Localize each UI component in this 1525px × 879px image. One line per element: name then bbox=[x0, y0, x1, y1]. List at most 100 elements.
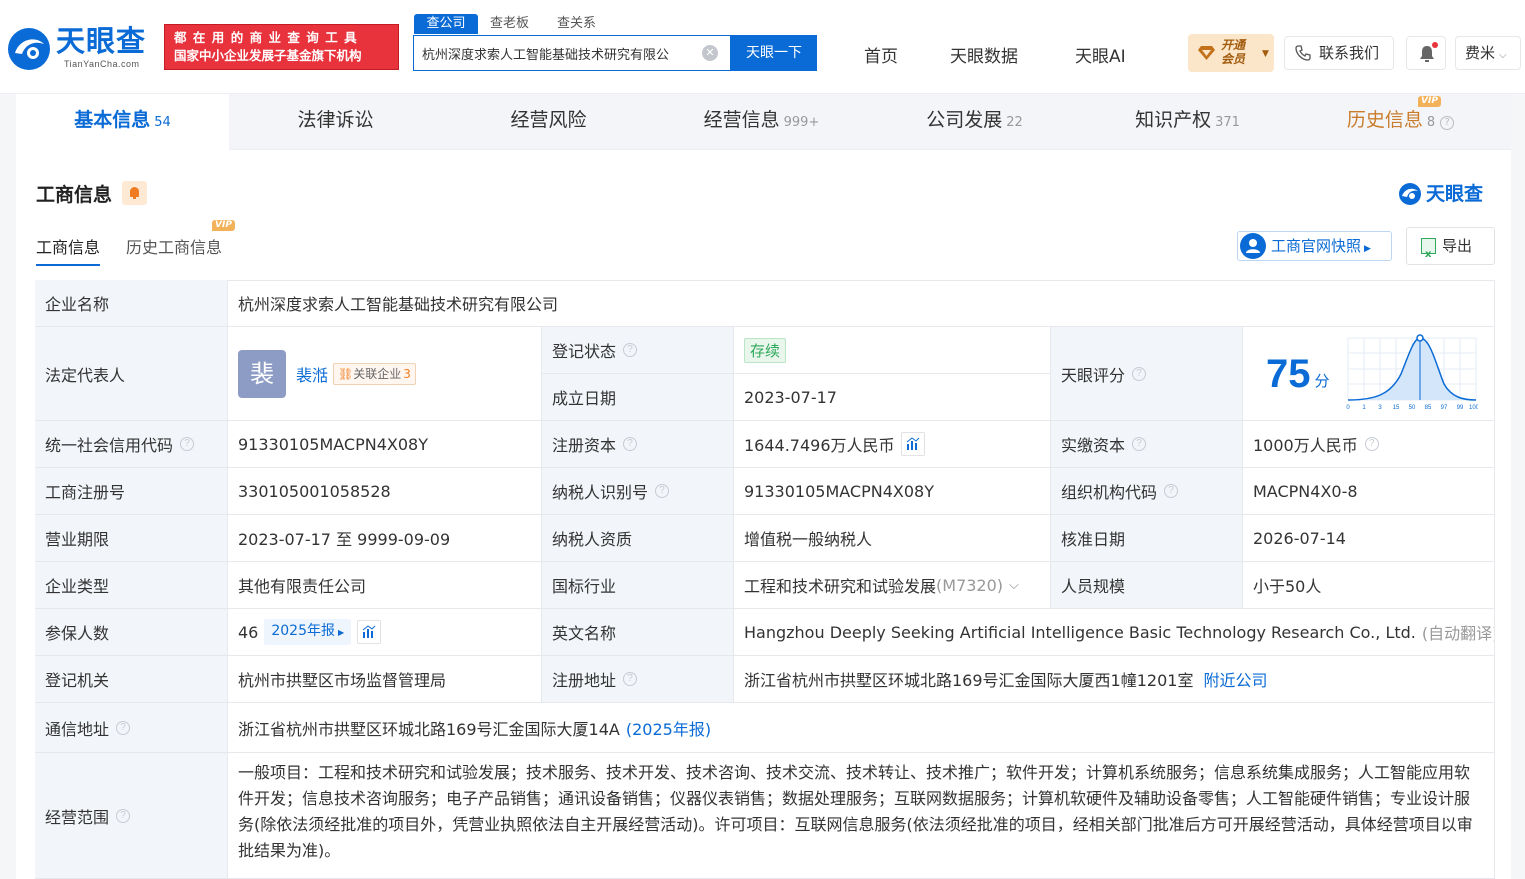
nav-home[interactable]: 首页 bbox=[864, 42, 898, 67]
label-reg-capital: 注册资本? bbox=[542, 421, 734, 468]
label-score: 天眼评分? bbox=[1051, 327, 1243, 421]
tab-development[interactable]: 公司发展 22 bbox=[868, 94, 1081, 150]
legal-rep-cell: 裴 裴湉 ⛓关联企业 3 bbox=[228, 327, 542, 421]
nav-ai[interactable]: 天眼AI bbox=[1075, 42, 1126, 67]
nav-data[interactable]: 天眼数据 bbox=[950, 42, 1018, 67]
mail-address-cell: 浙江省杭州市拱墅区环城北路169号汇金国际大厦14A (2025年报) bbox=[228, 703, 1495, 753]
score-tick: 3 bbox=[1378, 405, 1382, 411]
vip-badge: VIP bbox=[1418, 96, 1441, 107]
tab-legal[interactable]: 法律诉讼 bbox=[229, 94, 442, 150]
tab-operations[interactable]: 经营信息 999+ bbox=[655, 94, 868, 150]
insured-cell: 46 2025年报 ▶ bbox=[228, 609, 542, 656]
label-credit-code: 统一社会信用代码? bbox=[35, 421, 228, 468]
insured-count: 46 bbox=[238, 622, 259, 642]
chart-icon[interactable] bbox=[900, 432, 925, 456]
chevron-down-icon: ⌵ bbox=[1499, 50, 1507, 61]
label-reg-no: 工商注册号 bbox=[35, 468, 228, 515]
industry-code: (M7320) bbox=[936, 575, 1004, 595]
search-tab-boss[interactable]: 查老板 bbox=[490, 14, 529, 34]
search-input[interactable] bbox=[422, 36, 700, 70]
help-icon[interactable]: ? bbox=[116, 808, 131, 823]
founded-date: 2023-07-17 bbox=[734, 374, 1051, 421]
search-box: ✕ bbox=[413, 35, 731, 71]
related-companies-badge[interactable]: ⛓关联企业 3 bbox=[333, 362, 416, 385]
score-cell: 75 分 0 1 3 15 50 85 97 99 100 bbox=[1243, 327, 1495, 421]
score-tick: 1 bbox=[1362, 405, 1366, 411]
label-business-scope: 经营范围? bbox=[35, 753, 228, 879]
help-icon[interactable]: ? bbox=[623, 343, 638, 357]
label-tax-qual: 纳税人资质 bbox=[542, 515, 734, 562]
annual-report-badge[interactable]: 2025年报 ▶ bbox=[264, 619, 352, 645]
reg-address-cell: 浙江省杭州市拱墅区环城北路169号汇金国际大厦西1幢1201室 附近公司 bbox=[734, 656, 1495, 703]
score-value: 75 bbox=[1266, 351, 1311, 396]
english-name-cell: Hangzhou Deeply Seeking Artificial Intel… bbox=[734, 609, 1495, 656]
taxpayer-id: 91330105MACPN4X08Y bbox=[734, 468, 1051, 515]
excel-icon bbox=[1421, 237, 1436, 273]
subtab-business-info[interactable]: 工商信息 bbox=[36, 234, 101, 266]
brand-name: 天眼查 bbox=[1426, 183, 1484, 205]
slogan-line2: 国家中小企业发展子基金旗下机构 bbox=[174, 48, 362, 63]
tab-history[interactable]: 历史信息 8? bbox=[1294, 94, 1507, 150]
logo-domain: TianYanCha.com bbox=[64, 59, 140, 69]
site-logo[interactable]: 天眼查 TianYanCha.com bbox=[6, 24, 156, 72]
help-icon[interactable]: ? bbox=[1364, 437, 1379, 451]
business-info-table: 企业名称 杭州深度求索人工智能基础技术研究有限公司 法定代表人 裴 裴湉 ⛓关联… bbox=[35, 280, 1495, 879]
official-snapshot-button[interactable]: 工商官网快照 ▶ bbox=[1237, 231, 1392, 261]
help-icon[interactable]: ? bbox=[623, 672, 638, 686]
chart-icon[interactable] bbox=[357, 620, 382, 644]
label-reg-address: 注册地址? bbox=[542, 656, 734, 703]
help-icon[interactable]: ? bbox=[116, 720, 131, 735]
search-tab-relation[interactable]: 查关系 bbox=[557, 14, 596, 34]
annual-report-link[interactable]: (2025年报) bbox=[626, 716, 711, 740]
label-legal-rep: 法定代表人 bbox=[35, 327, 228, 421]
label-company-type: 企业类型 bbox=[35, 562, 228, 609]
contact-label: 联系我们 bbox=[1319, 44, 1380, 62]
approval-date: 2026-07-14 bbox=[1243, 515, 1495, 562]
label-mail-address: 通信地址? bbox=[35, 703, 228, 753]
help-icon[interactable]: ? bbox=[180, 437, 195, 451]
help-icon[interactable]: ? bbox=[1132, 437, 1147, 451]
clear-icon[interactable]: ✕ bbox=[702, 45, 718, 61]
notification-dot bbox=[1432, 42, 1438, 48]
tab-risk[interactable]: 经营风险 bbox=[442, 94, 655, 150]
search-tab-company[interactable]: 查公司 bbox=[414, 14, 478, 34]
company-card: 基本信息 54 法律诉讼 经营风险 经营信息 999+ 公司发展 22 知识产权 371… bbox=[16, 94, 1511, 879]
help-icon[interactable]: ? bbox=[655, 484, 670, 498]
score-distribution-chart: 0 1 3 15 50 85 97 99 100 bbox=[1346, 333, 1478, 411]
vip-button[interactable]: 开通 会员 ▼ bbox=[1188, 34, 1274, 72]
label-english-name: 英文名称 bbox=[542, 609, 734, 656]
person-icon bbox=[1240, 233, 1266, 259]
label-paid-capital: 实缴资本? bbox=[1051, 421, 1243, 468]
legal-rep-link[interactable]: 裴湉 bbox=[296, 362, 328, 386]
credit-code: 91330105MACPN4X08Y bbox=[228, 421, 542, 468]
notification-button[interactable] bbox=[1406, 36, 1446, 70]
org-code: MACPN4X0-8 bbox=[1243, 468, 1495, 515]
label-industry: 国标行业 bbox=[542, 562, 734, 609]
export-button[interactable]: 导出 bbox=[1406, 227, 1495, 273]
help-icon[interactable]: ? bbox=[623, 437, 638, 451]
diamond-icon bbox=[1198, 46, 1215, 60]
label-authority: 登记机关 bbox=[35, 656, 228, 703]
user-name: 费米 bbox=[1465, 44, 1496, 62]
search-button[interactable]: 天眼一下 bbox=[731, 35, 817, 71]
monitor-bell-icon[interactable] bbox=[122, 181, 147, 205]
slogan-line1: 都在用的商业查询工具 bbox=[174, 30, 364, 45]
reg-status-cell: 存续 bbox=[734, 327, 1051, 374]
slogan-banner: 都在用的商业查询工具 国家中小企业发展子基金旗下机构 bbox=[164, 24, 399, 70]
snapshot-label: 工商官网快照 bbox=[1271, 237, 1362, 255]
industry-cell[interactable]: 工程和技术研究和试验发展 (M7320) ⌵ bbox=[734, 562, 1051, 609]
reg-capital: 1644.7496万人民币 bbox=[744, 436, 895, 455]
contact-button[interactable]: 联系我们 bbox=[1284, 36, 1394, 70]
user-menu[interactable]: 费米 ⌵ bbox=[1455, 36, 1521, 70]
avatar[interactable]: 裴 bbox=[238, 349, 286, 398]
brand-watermark: 天眼查 bbox=[1398, 180, 1483, 208]
score-unit: 分 bbox=[1314, 372, 1330, 390]
help-icon[interactable]: ? bbox=[1132, 366, 1147, 381]
main-tabs: 基本信息 54 法律诉讼 经营风险 经营信息 999+ 公司发展 22 知识产权 371… bbox=[16, 94, 1511, 150]
help-icon[interactable]: ? bbox=[1164, 484, 1179, 498]
tab-ip[interactable]: 知识产权 371 bbox=[1081, 94, 1294, 150]
tab-basic-info[interactable]: 基本信息 54 bbox=[16, 94, 229, 150]
nearby-companies-link[interactable]: 附近公司 bbox=[1203, 667, 1267, 691]
english-name: Hangzhou Deeply Seeking Artificial Intel… bbox=[744, 622, 1416, 642]
subtab-history-business-info[interactable]: 历史工商信息 bbox=[126, 234, 222, 258]
